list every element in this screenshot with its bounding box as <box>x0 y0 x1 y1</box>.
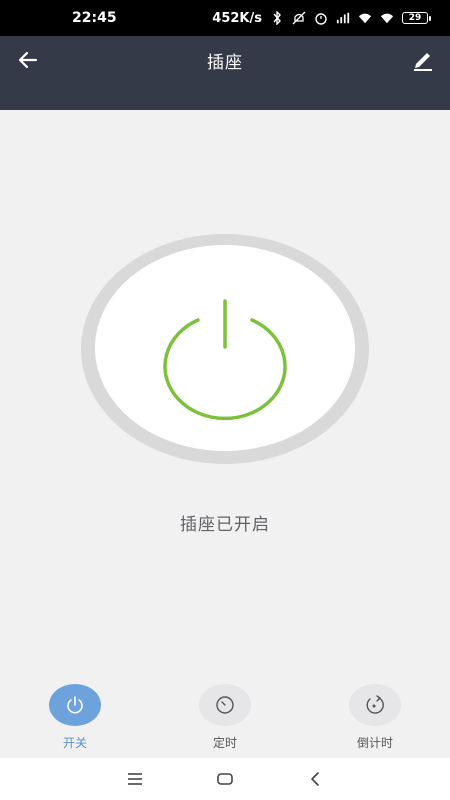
back-nav-button[interactable] <box>303 767 327 791</box>
network-speed: 452K/s <box>212 10 262 26</box>
home-nav-button[interactable] <box>213 767 237 791</box>
app-header: 插座 <box>0 36 450 110</box>
tab-label: 开关 <box>62 736 87 750</box>
mute-icon <box>292 11 306 25</box>
menu-nav-button[interactable] <box>123 767 147 791</box>
switch-circle <box>49 684 101 726</box>
tab-label: 定时 <box>212 736 237 750</box>
system-nav-bar <box>0 758 450 800</box>
wifi-icon <box>358 11 372 25</box>
timer-circle <box>199 684 251 726</box>
tab-label: 倒计时 <box>356 736 393 750</box>
tab-switch[interactable]: 开关 <box>45 684 105 751</box>
countdown-circle <box>349 684 401 726</box>
tab-timer[interactable]: 定时 <box>195 684 255 751</box>
page-title: 插座 <box>207 53 243 73</box>
clock-icon <box>216 696 234 714</box>
edit-button[interactable] <box>412 48 434 72</box>
power-icon <box>67 696 83 714</box>
power-icon <box>163 299 287 421</box>
tab-countdown[interactable]: 倒计时 <box>345 684 405 751</box>
wifi-icon-secondary <box>380 11 394 25</box>
bluetooth-icon <box>270 11 284 25</box>
status-time: 22:45 <box>72 10 117 26</box>
status-icons: 452K/s 29 <box>212 10 431 26</box>
socket-status-text: 插座已开启 <box>180 515 270 535</box>
status-bar: 22:45 452K/s 29 <box>0 0 450 36</box>
home-icon <box>217 773 233 785</box>
pencil-icon <box>414 53 432 71</box>
alarm-icon <box>314 11 328 25</box>
main-content: 插座已开启 开关 定时 倒计时 <box>0 110 450 758</box>
menu-icon <box>128 773 142 785</box>
battery-icon: 29 <box>402 12 431 24</box>
countdown-icon <box>366 695 384 714</box>
signal-icon <box>336 11 350 25</box>
chevron-left-icon <box>311 772 319 786</box>
power-toggle-button[interactable] <box>95 245 355 451</box>
